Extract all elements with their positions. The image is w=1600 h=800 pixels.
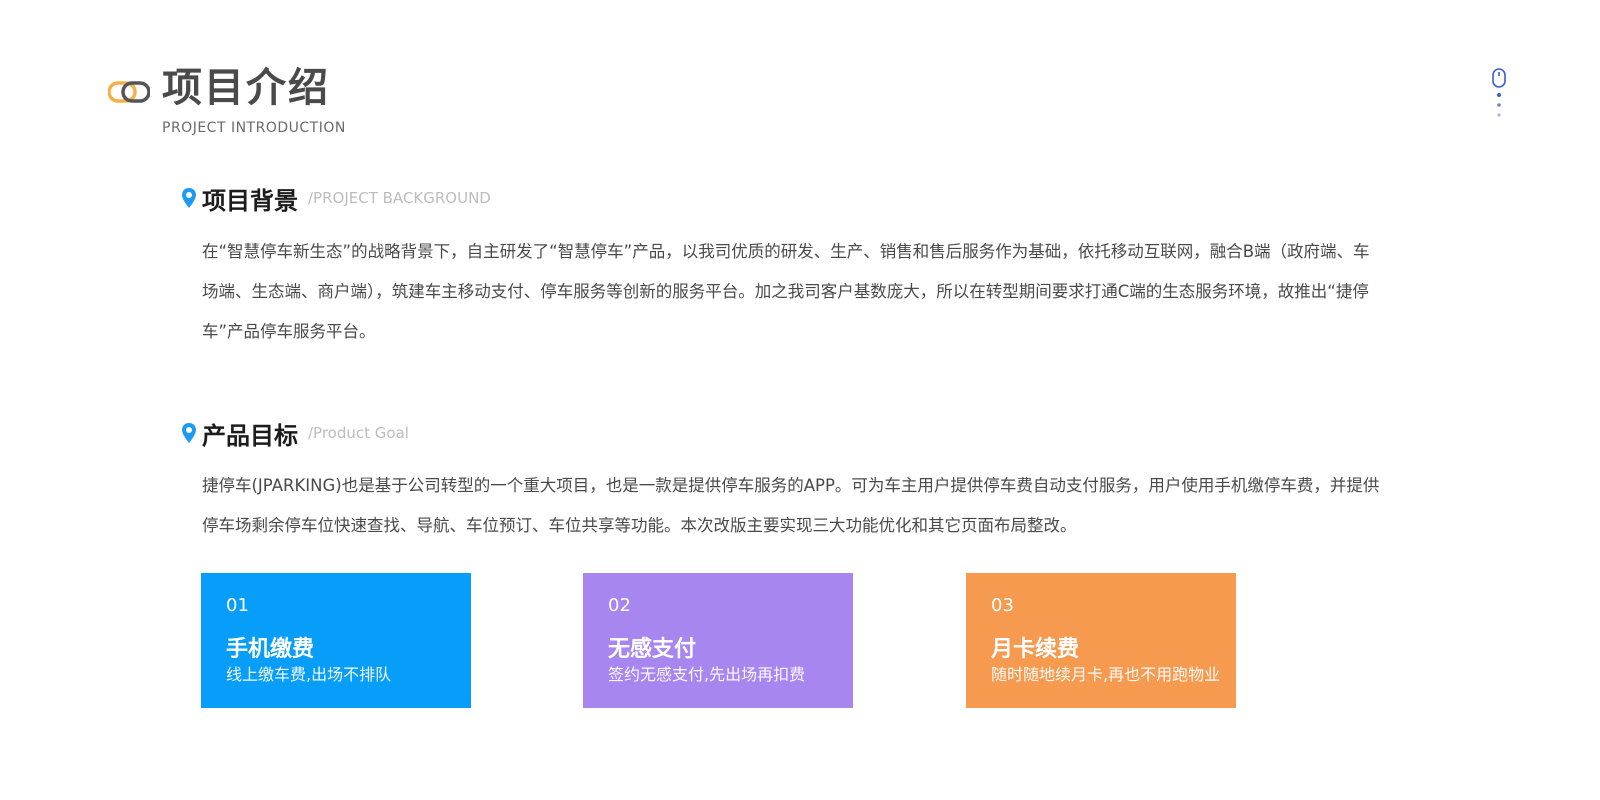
card-title: 月卡续费 — [991, 637, 1080, 662]
section-title: 产品目标 — [202, 421, 298, 450]
location-pin-icon — [182, 423, 196, 443]
card-title: 手机缴费 — [226, 637, 315, 662]
page-title: 项目介绍 — [162, 65, 330, 111]
background-paragraph: 在“智慧停车新生态”的战略背景下，自主研发了“智慧停车”产品，以我司优质的研发、… — [202, 242, 1370, 341]
goal-paragraph: 捷停车(JPARKING)也是基于公司转型的一个重大项目，也是一款是提供停车服务… — [202, 476, 1380, 535]
mouse-scroll-icon — [1492, 68, 1506, 117]
logo-icon — [108, 81, 150, 103]
card-description: 随时随地续月卡,再也不用跑物业 — [991, 665, 1221, 684]
card-description: 线上缴车费,出场不排队 — [226, 665, 392, 684]
card-number: 03 — [991, 595, 1014, 616]
feature-card-mobile-pay: 01 手机缴费 线上缴车费,出场不排队 — [201, 573, 471, 708]
section-title-en: /PROJECT BACKGROUND — [308, 189, 491, 207]
page-subtitle: PROJECT INTRODUCTION — [162, 120, 346, 136]
card-number: 02 — [608, 595, 631, 616]
card-number: 01 — [226, 595, 249, 616]
section-goal-heading: 产品目标 /Product Goal — [181, 417, 409, 450]
location-pin-icon — [182, 188, 196, 208]
card-title: 无感支付 — [608, 637, 697, 662]
feature-card-contactless-pay: 02 无感支付 签约无感支付,先出场再扣费 — [583, 573, 853, 708]
feature-card-monthly-renewal: 03 月卡续费 随时随地续月卡,再也不用跑物业 — [966, 573, 1236, 708]
section-title-en: /Product Goal — [308, 424, 409, 442]
section-background-heading: 项目背景 /PROJECT BACKGROUND — [181, 182, 491, 215]
card-description: 签约无感支付,先出场再扣费 — [608, 665, 806, 684]
section-title: 项目背景 — [202, 186, 298, 215]
